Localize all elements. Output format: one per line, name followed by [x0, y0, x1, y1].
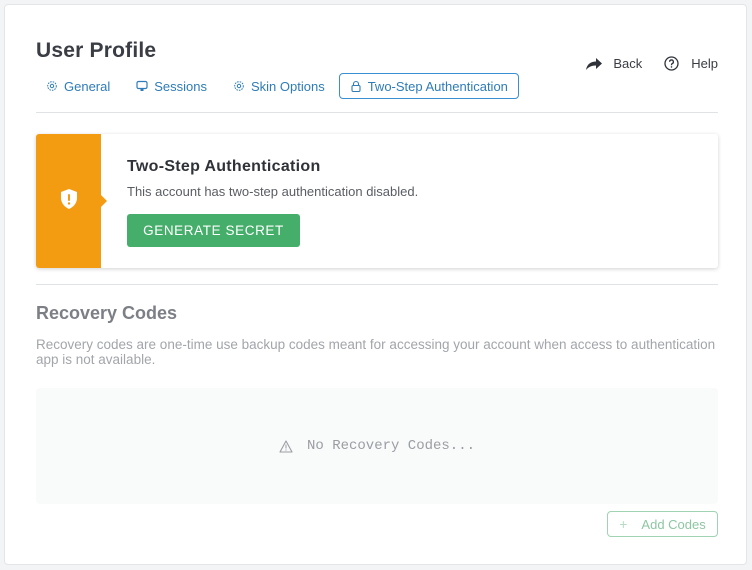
tab-label: Skin Options	[251, 78, 325, 94]
generate-secret-button[interactable]: GENERATE SECRET	[127, 214, 300, 247]
share-arrow-icon	[585, 57, 603, 71]
monitor-icon	[136, 80, 148, 92]
back-label: Back	[613, 56, 643, 71]
section-divider	[36, 284, 718, 285]
plus-icon: +	[619, 516, 628, 532]
help-label: Help	[691, 56, 718, 71]
alert-title: Two-Step Authentication	[127, 158, 321, 175]
help-circle-icon	[664, 56, 679, 71]
tab-skin-options[interactable]: Skin Options	[223, 73, 335, 99]
page-title: User Profile	[36, 39, 157, 62]
shield-alert-icon	[59, 188, 79, 215]
tab-label: Two-Step Authentication	[367, 78, 508, 94]
header-actions: Back Help	[585, 56, 718, 71]
tab-sessions[interactable]: Sessions	[126, 73, 217, 99]
gear-icon	[233, 80, 245, 92]
recovery-codes-box: No Recovery Codes...	[36, 388, 718, 504]
tab-general[interactable]: General	[36, 73, 120, 99]
tab-label: General	[64, 78, 111, 94]
lock-icon	[350, 80, 362, 92]
alert-accent	[36, 134, 107, 268]
warning-triangle-icon	[279, 439, 293, 453]
back-button[interactable]: Back	[585, 56, 642, 71]
tab-two-step-authentication[interactable]: Two-Step Authentication	[338, 73, 519, 99]
add-codes-label: Add Codes	[641, 516, 706, 532]
add-codes-button[interactable]: + Add Codes	[607, 511, 718, 537]
help-button[interactable]: Help	[664, 56, 718, 71]
gear-icon	[46, 80, 58, 92]
empty-state-text: No Recovery Codes...	[306, 438, 476, 454]
recovery-codes-title: Recovery Codes	[36, 303, 178, 323]
alert-message: This account has two-step authentication…	[127, 184, 419, 199]
tab-label: Sessions	[154, 78, 207, 94]
recovery-codes-description: Recovery codes are one-time use backup c…	[36, 337, 716, 367]
tab-bar: General Sessions Skin Options Two-Step A…	[36, 72, 519, 100]
profile-card: User Profile General Sessions Skin Optio…	[4, 4, 747, 565]
header-divider	[36, 112, 718, 113]
empty-state: No Recovery Codes...	[279, 438, 475, 454]
two-step-alert: Two-Step Authentication This account has…	[36, 134, 718, 268]
